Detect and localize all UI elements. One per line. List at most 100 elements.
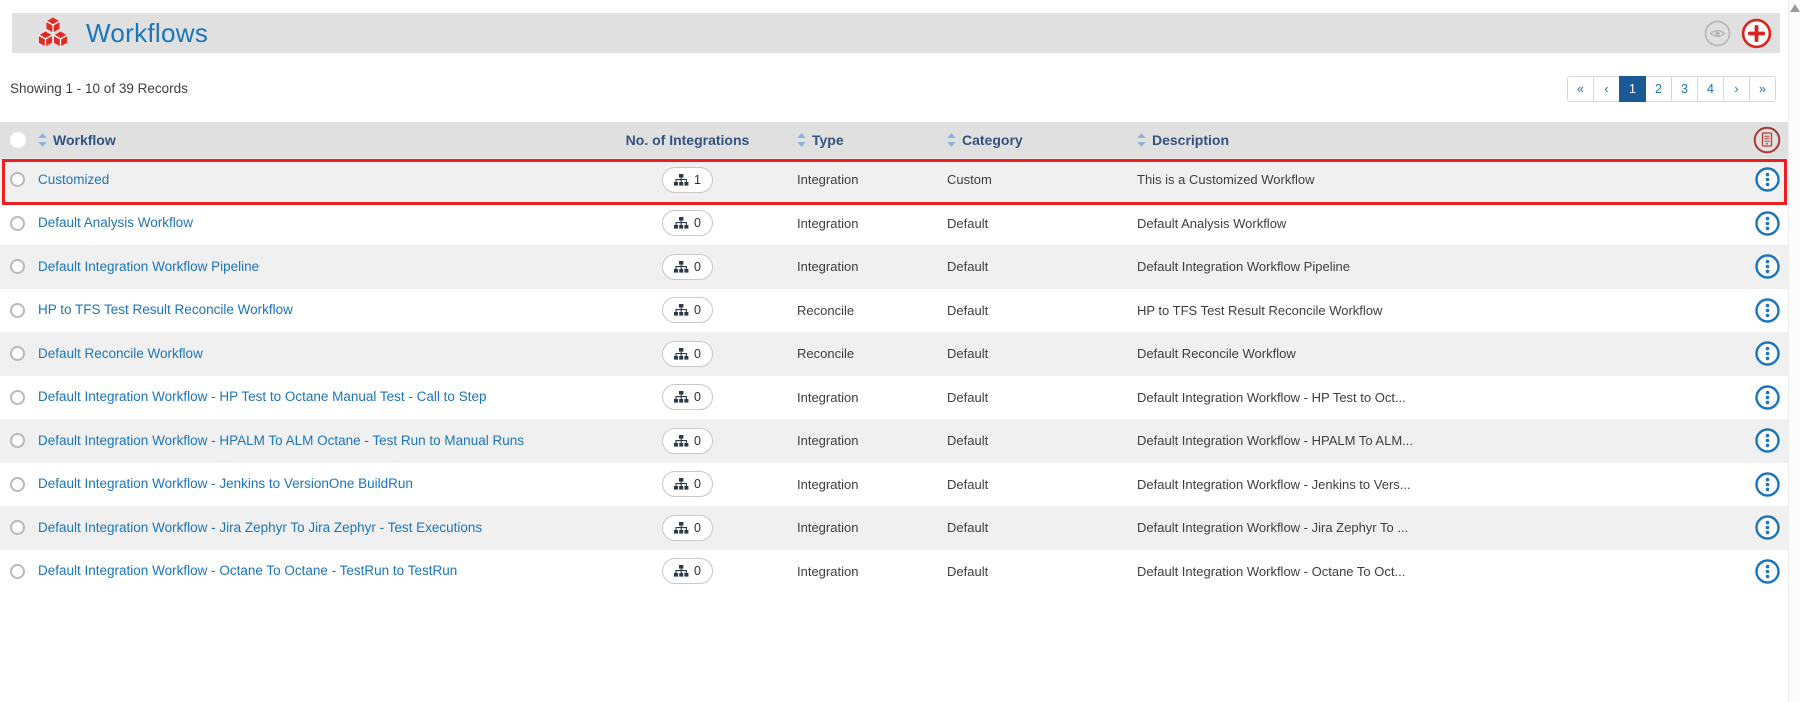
type-cell: Integration [797,433,859,449]
row-radio[interactable] [10,172,25,188]
integrations-count: 0 [694,259,701,274]
pagination-prev-button[interactable]: ‹ [1593,75,1620,102]
integrations-badge[interactable]: 0 [662,210,713,237]
add-workflow-button[interactable] [1741,18,1772,49]
workflow-link[interactable]: Customized [38,172,109,187]
category-cell: Default [947,215,989,231]
scroll-up-arrow[interactable] [1789,4,1800,12]
type-cell: Integration [797,215,859,231]
column-header-integrations: No. of Integrations [625,132,750,148]
sitemap-icon [674,521,689,534]
integrations-badge[interactable]: 1 [662,166,713,193]
row-info-button[interactable] [1754,211,1780,236]
header-actions [1704,18,1772,49]
column-header-description[interactable]: Description [1095,132,1746,148]
description-cell: Default Integration Workflow - Jira Zeph… [1137,520,1409,536]
table-row[interactable]: Default Integration Workflow - Jenkins t… [0,463,1788,507]
workflows-page: Workflows Showing 1 - 10 of 39 Records «… [0,0,1800,702]
table-row[interactable]: Default Integration Workflow - Octane To… [0,550,1788,594]
page-title: Workflows [86,17,209,48]
row-info-button[interactable] [1754,254,1780,279]
table-row[interactable]: Customized 1 Integration Custom This is … [0,158,1788,205]
integrations-count: 1 [694,172,701,187]
scrollbar[interactable] [1788,0,1800,702]
main-content: Workflows Showing 1 - 10 of 39 Records «… [0,0,1788,593]
row-info-button[interactable] [1754,341,1780,366]
select-all-radio[interactable] [10,132,26,148]
row-info-button[interactable] [1754,472,1780,497]
integrations-badge[interactable]: 0 [662,558,713,585]
workflow-link[interactable]: Default Reconcile Workflow [38,346,203,361]
column-header-workflow[interactable]: Workflow [38,132,620,148]
workflow-link[interactable]: Default Integration Workflow - Jenkins t… [38,476,413,491]
row-radio[interactable] [10,346,25,362]
row-radio[interactable] [10,433,25,449]
integrations-badge[interactable]: 0 [662,514,713,541]
type-cell: Integration [797,259,859,275]
row-info-button[interactable] [1754,385,1780,410]
integrations-badge[interactable]: 0 [662,340,713,367]
integrations-badge[interactable]: 0 [662,384,713,411]
workflow-link[interactable]: HP to TFS Test Result Reconcile Workflow [38,302,293,317]
type-cell: Reconcile [797,302,855,318]
integrations-badge[interactable]: 0 [662,297,713,324]
workflow-link[interactable]: Default Integration Workflow Pipeline [38,259,259,274]
row-radio[interactable] [10,476,25,492]
row-radio[interactable] [10,302,25,318]
description-cell: Default Analysis Workflow [1137,215,1287,231]
description-cell: This is a Customized Workflow [1137,172,1315,188]
row-radio[interactable] [10,563,25,579]
table-row[interactable]: Default Integration Workflow - HP Test t… [0,376,1788,420]
row-radio[interactable] [10,259,25,275]
sitemap-icon [674,217,689,230]
row-info-button[interactable] [1754,167,1780,192]
view-toggle-button[interactable] [1704,20,1731,47]
pagination-page-1[interactable]: 1 [1619,75,1646,102]
page-header: Workflows [12,13,1780,53]
integrations-badge[interactable]: 0 [662,427,713,454]
pagination-last-button[interactable]: » [1749,75,1776,102]
integrations-count: 0 [694,303,701,318]
table-row[interactable]: Default Integration Workflow Pipeline 0 … [0,245,1788,289]
row-radio[interactable] [10,215,25,231]
pagination: « ‹ 1 2 3 4 › » [1567,75,1776,102]
table-row[interactable]: Default Integration Workflow - HPALM To … [0,419,1788,463]
row-info-button[interactable] [1754,428,1780,453]
integrations-badge[interactable]: 0 [662,253,713,280]
category-cell: Default [947,302,989,318]
sitemap-icon [674,391,689,404]
sitemap-icon [674,173,689,186]
workflow-link[interactable]: Default Analysis Workflow [38,215,193,230]
pagination-first-button[interactable]: « [1567,75,1594,102]
column-header-type[interactable]: Type [755,132,905,148]
sort-icon [797,133,806,147]
type-cell: Integration [797,172,859,188]
table-row[interactable]: Default Reconcile Workflow 0 Reconcile D… [0,332,1788,376]
pagination-page-2[interactable]: 2 [1645,75,1672,102]
description-cell: Default Integration Workflow - Octane To… [1137,563,1406,579]
table-row[interactable]: HP to TFS Test Result Reconcile Workflow… [0,289,1788,333]
row-info-button[interactable] [1754,559,1780,584]
type-cell: Integration [797,476,859,492]
sitemap-icon [674,478,689,491]
row-radio[interactable] [10,520,25,536]
description-cell: Default Integration Workflow - HPALM To … [1137,433,1414,449]
table-body: Customized 1 Integration Custom This is … [0,158,1788,593]
workflow-link[interactable]: Default Integration Workflow - Octane To… [38,563,457,578]
integrations-count: 0 [694,564,701,579]
table-row[interactable]: Default Integration Workflow - Jira Zeph… [0,506,1788,550]
workflow-link[interactable]: Default Integration Workflow - Jira Zeph… [38,520,482,535]
report-icon[interactable] [1753,126,1781,154]
integrations-count: 0 [694,216,701,231]
pagination-next-button[interactable]: › [1723,75,1750,102]
integrations-badge[interactable]: 0 [662,471,713,498]
row-info-button[interactable] [1754,298,1780,323]
pagination-page-4[interactable]: 4 [1697,75,1724,102]
column-header-category[interactable]: Category [905,132,1095,148]
workflow-link[interactable]: Default Integration Workflow - HPALM To … [38,433,524,448]
table-row[interactable]: Default Analysis Workflow 0 Integration … [0,202,1788,246]
pagination-page-3[interactable]: 3 [1671,75,1698,102]
row-radio[interactable] [10,389,25,405]
workflow-link[interactable]: Default Integration Workflow - HP Test t… [38,389,486,404]
row-info-button[interactable] [1754,515,1780,540]
